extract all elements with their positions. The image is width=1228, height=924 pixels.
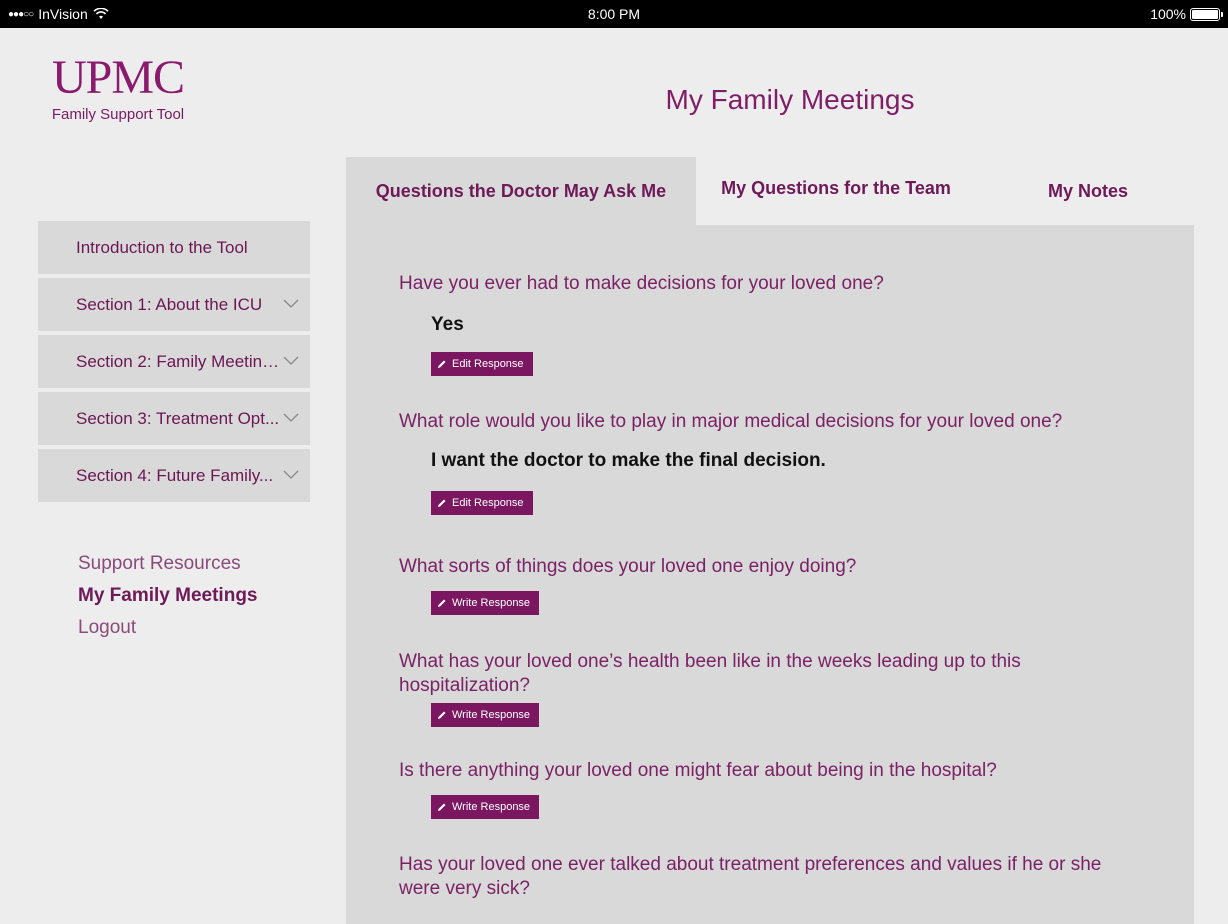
sidebar-item-section-4[interactable]: Section 4: Future Family...	[38, 449, 310, 502]
status-bar: ●●●○○ InVision 8:00 PM 100%	[0, 0, 1228, 28]
sidebar-item-section-2[interactable]: Section 2: Family Meeting...	[38, 335, 310, 388]
edit-response-button[interactable]: Edit Response	[431, 352, 533, 376]
logout-link[interactable]: Logout	[78, 617, 258, 639]
logo-subtitle: Family Support Tool	[51, 106, 185, 123]
question-text: Is there anything your loved one might f…	[399, 760, 997, 781]
button-label: Write Response	[452, 709, 531, 721]
status-right: 100%	[1150, 6, 1223, 22]
write-response-button[interactable]: Write Response	[431, 591, 540, 615]
pencil-icon	[438, 803, 446, 811]
write-response-button[interactable]: Write Response	[431, 703, 540, 727]
app-logo[interactable]: UPMC Family Support Tool	[38, 50, 198, 123]
logo-brand: UPMC	[51, 51, 185, 104]
sidebar-item-section-3[interactable]: Section 3: Treatment Opt...	[38, 392, 310, 445]
question-text: What has your loved one’s health been li…	[399, 651, 1021, 696]
sidebar-item-label: Section 3: Treatment Opt...	[76, 408, 280, 428]
chevron-down-icon[interactable]	[282, 465, 300, 483]
status-time: 8:00 PM	[587, 6, 641, 22]
sidebar-item-label: Section 2: Family Meeting...	[76, 351, 280, 371]
question-text: What role would you like to play in majo…	[399, 411, 1063, 432]
questions-panel: Have you ever had to make decisions for …	[346, 225, 1194, 924]
tab-my-notes[interactable]: My Notes	[976, 157, 1200, 225]
chevron-down-icon[interactable]	[282, 351, 300, 369]
page-title: My Family Meetings	[665, 84, 915, 115]
support-resources-link[interactable]: Support Resources	[78, 553, 258, 575]
pencil-icon	[438, 711, 446, 719]
question-text: Have you ever had to make decisions for …	[399, 273, 884, 294]
pencil-icon	[438, 499, 446, 507]
chevron-down-icon[interactable]	[282, 294, 300, 312]
button-label: Edit Response	[452, 358, 524, 370]
tab-my-questions[interactable]: My Questions for the Team	[696, 157, 976, 225]
battery-percent: 100%	[1150, 6, 1186, 22]
chevron-down-icon[interactable]	[282, 408, 300, 426]
sidebar-item-label: Section 1: About the ICU	[76, 294, 263, 314]
write-response-button[interactable]: Write Response	[431, 795, 540, 819]
my-family-meetings-link[interactable]: My Family Meetings	[78, 585, 258, 607]
button-label: Write Response	[452, 801, 531, 813]
answer-text: I want the doctor to make the final deci…	[431, 450, 826, 471]
pencil-icon	[438, 360, 446, 368]
sidebar-item-label: Section 4: Future Family...	[76, 465, 274, 485]
sidebar-item-section-1[interactable]: Section 1: About the ICU	[38, 278, 310, 331]
tab-questions-doctor[interactable]: Questions the Doctor May Ask Me	[346, 157, 696, 225]
sidebar-item-introduction[interactable]: Introduction to the Tool	[38, 221, 310, 274]
sidebar-nav: Introduction to the Tool Section 1: Abou…	[38, 221, 310, 506]
question-text: Has your loved one ever talked about tre…	[399, 854, 1102, 899]
button-label: Edit Response	[452, 497, 524, 509]
answer-text: Yes	[431, 314, 464, 335]
edit-response-button[interactable]: Edit Response	[431, 491, 533, 515]
button-label: Write Response	[452, 597, 531, 609]
question-text: What sorts of things does your loved one…	[399, 556, 857, 577]
pencil-icon	[438, 599, 446, 607]
battery-icon	[1190, 7, 1223, 21]
sidebar-item-label: Introduction to the Tool	[76, 237, 248, 257]
sidebar-links: Support Resources My Family Meetings Log…	[78, 553, 258, 649]
